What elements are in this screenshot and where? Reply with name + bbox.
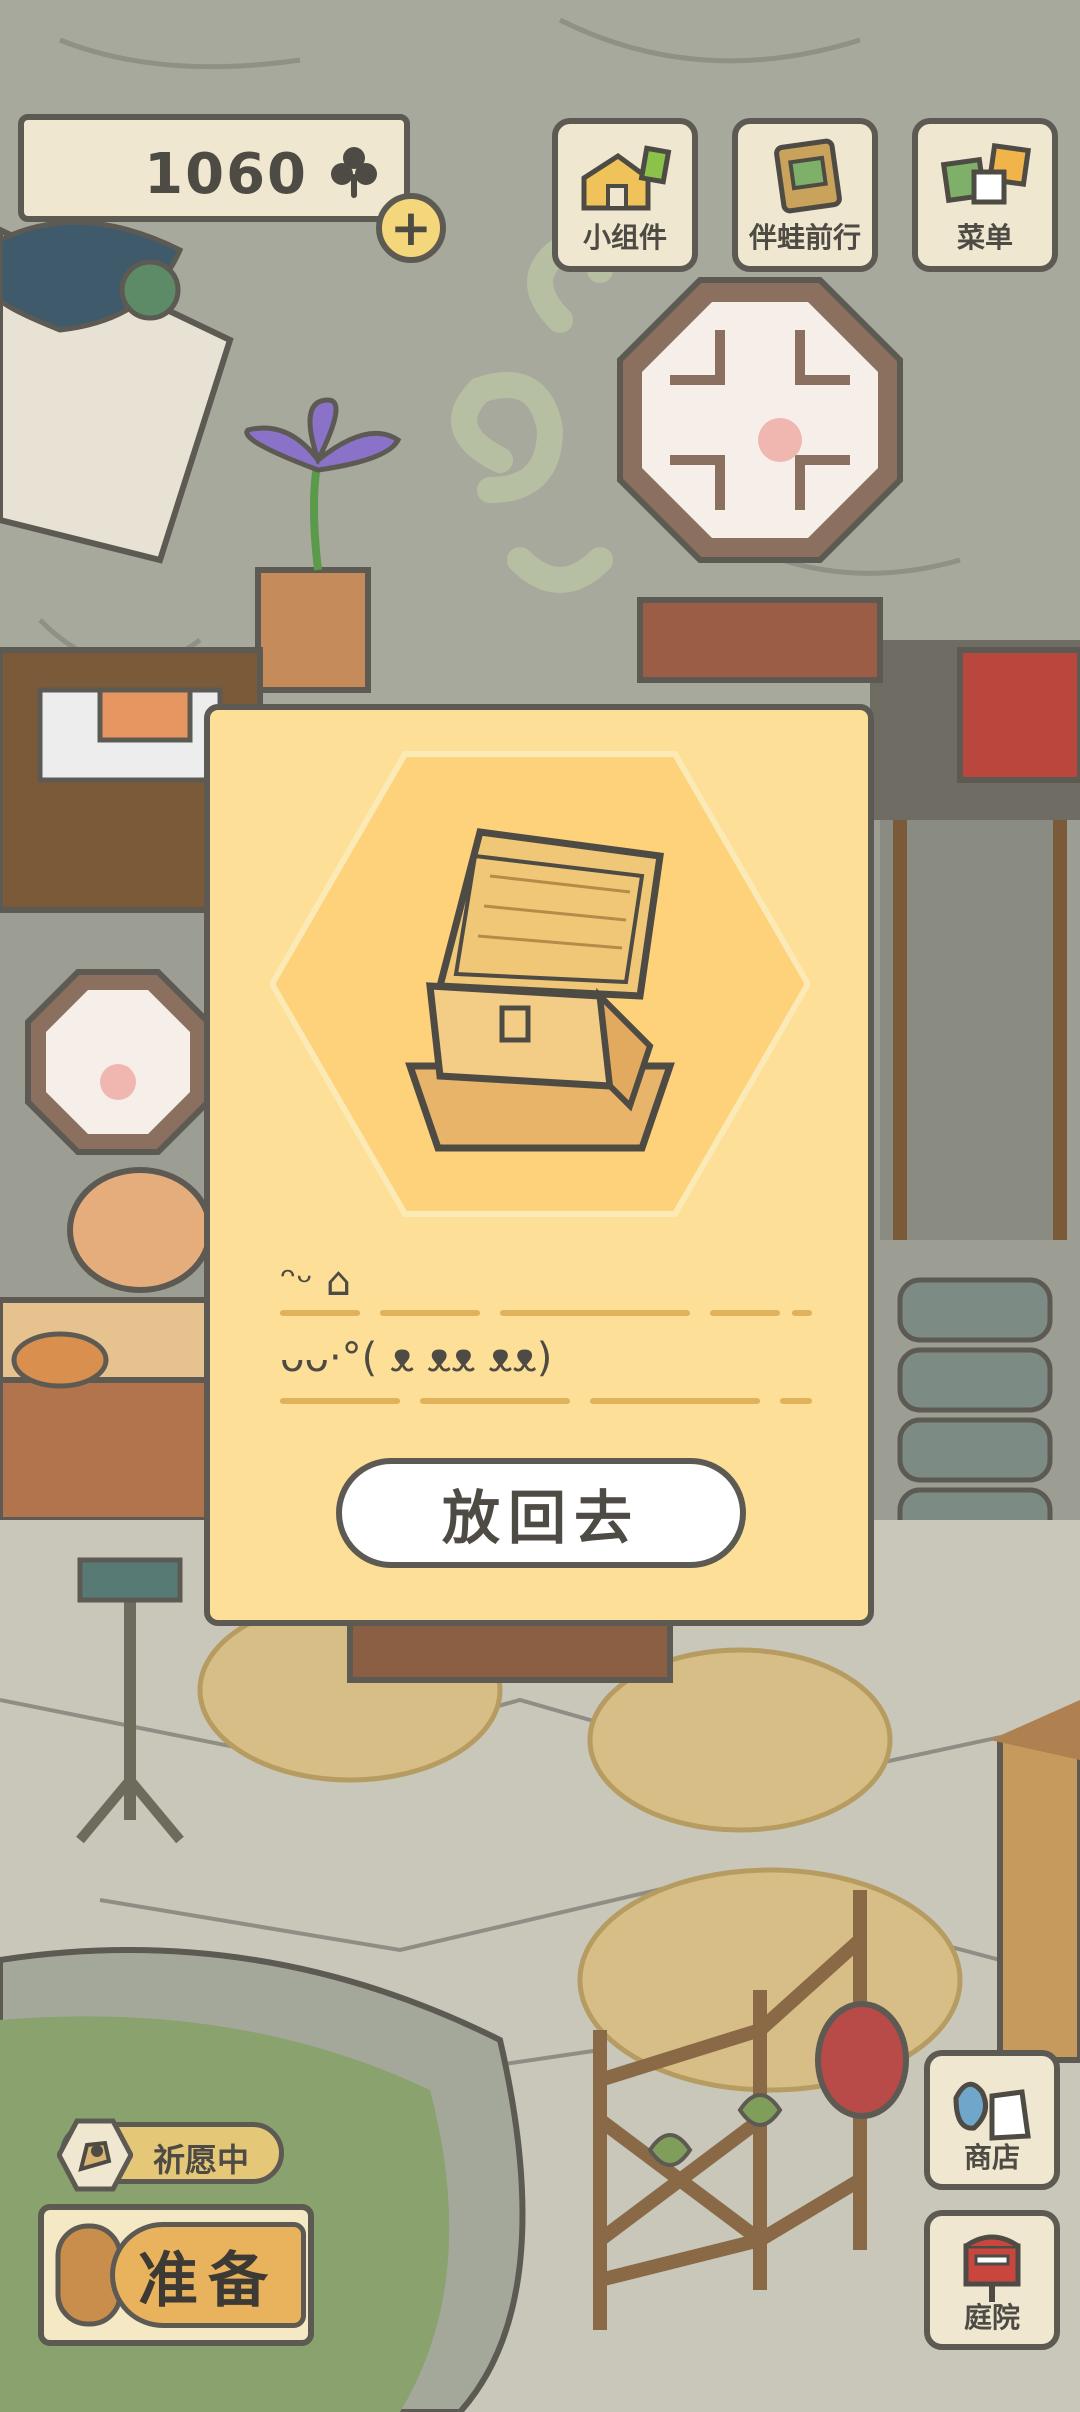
shop-bag-icon (953, 2081, 1031, 2141)
item-description-line-1: ᵔᵕ ⌂ (280, 1258, 351, 1306)
description-underline (280, 1310, 360, 1316)
yard-button[interactable]: 庭院 (924, 2210, 1060, 2350)
put-back-button[interactable]: 放回去 (336, 1458, 746, 1568)
wish-label: 祈愿中 (153, 2141, 250, 2179)
description-underline (280, 1398, 400, 1404)
description-underline (780, 1398, 812, 1404)
description-underline (590, 1398, 760, 1404)
description-text-1: ᵔᵕ ⌂ (280, 1259, 352, 1305)
plus-icon: + (390, 199, 432, 257)
prepare-label: 准备 (110, 2222, 306, 2328)
menu-cards-icon (940, 142, 1032, 205)
item-dialog: ᵔᵕ ⌂ ᴗᴗ·°( ᴥ ᴥᴥ ᴥᴥ) 放回去 (204, 704, 874, 1626)
description-underline (792, 1310, 812, 1316)
item-description-line-2: ᴗᴗ·°( ᴥ ᴥᴥ ᴥᴥ) (280, 1334, 552, 1382)
shop-label: 商店 (963, 2141, 1020, 2174)
item-hexagon (270, 751, 810, 1217)
clover-counter: 1060 (18, 114, 410, 222)
wish-badge-icon (57, 2118, 133, 2192)
frog-journal-icon (774, 138, 842, 214)
description-text-2: ᴗᴗ·°( ᴥ ᴥᴥ ᴥᴥ) (280, 1335, 553, 1381)
menu-button[interactable]: 菜单 (912, 118, 1058, 272)
shop-button[interactable]: 商店 (924, 2050, 1060, 2190)
description-underline (380, 1310, 480, 1316)
description-underline (420, 1398, 570, 1404)
clover-count: 1060 (144, 142, 308, 207)
clover-icon (331, 147, 377, 198)
widget-label: 小组件 (582, 221, 667, 254)
yard-label: 庭院 (963, 2301, 1020, 2334)
frog-journal-label: 伴蛙前行 (748, 221, 861, 254)
prepare-button[interactable]: 准备 (38, 2204, 314, 2346)
widget-icon (581, 145, 672, 211)
mailbox-icon (963, 2234, 1021, 2302)
add-clover-button[interactable]: + (376, 193, 446, 263)
description-underline (500, 1310, 690, 1316)
frog-journal-button[interactable]: 伴蛙前行 (732, 118, 878, 272)
menu-label: 菜单 (956, 221, 1013, 254)
description-underline (710, 1310, 780, 1316)
wish-status[interactable]: 祈愿中 (57, 2118, 284, 2192)
widget-button[interactable]: 小组件 (552, 118, 698, 272)
